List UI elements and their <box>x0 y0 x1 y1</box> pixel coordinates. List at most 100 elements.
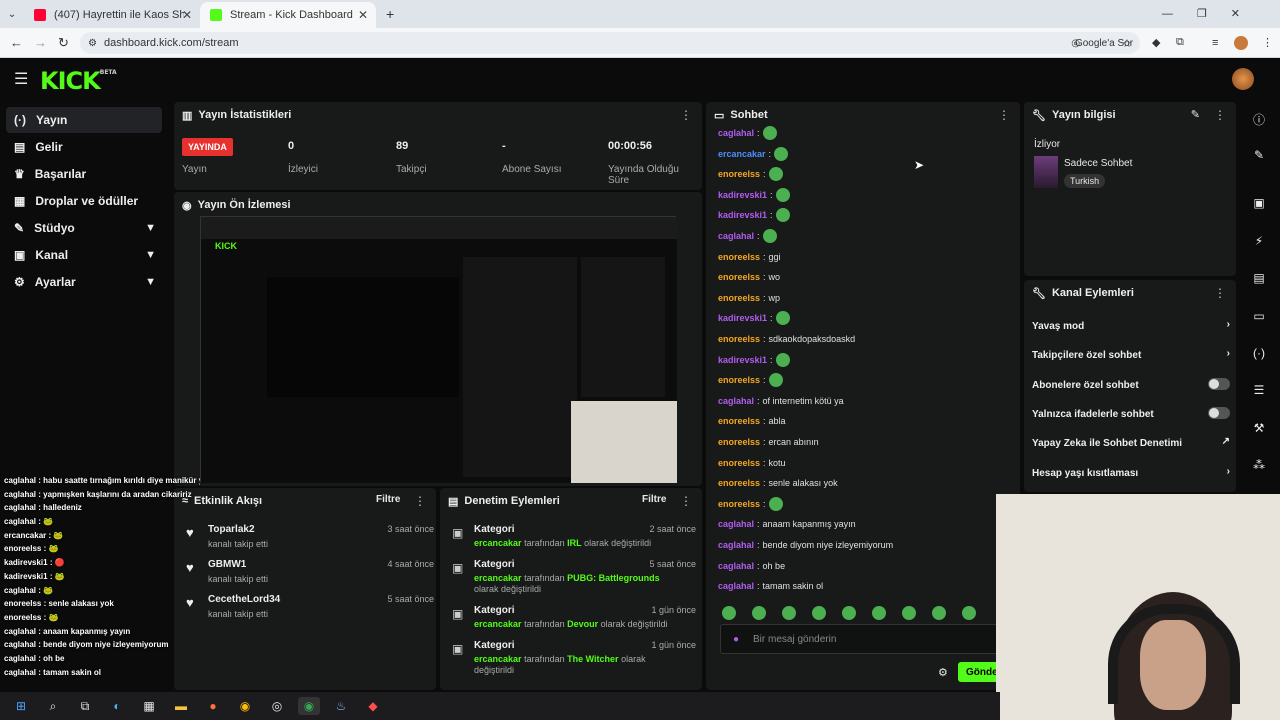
back-icon[interactable]: ← <box>10 35 23 50</box>
integrations-icon[interactable]: ⁂ <box>1248 454 1270 476</box>
store-icon[interactable]: ▦ <box>138 697 160 715</box>
chat-emote[interactable] <box>774 146 789 161</box>
reload-icon[interactable]: ↻ <box>58 35 69 51</box>
bookmark-star-icon[interactable]: ☆ <box>1122 37 1132 50</box>
lightning-icon[interactable]: ⚡︎ <box>1248 230 1270 252</box>
stream-preview-video[interactable]: KICK <box>200 216 677 483</box>
chat-username[interactable]: enoreelss <box>718 169 760 179</box>
steam-icon[interactable]: ♨ <box>330 697 352 715</box>
more-options-icon[interactable]: ⋮ <box>680 108 692 122</box>
layout-icon[interactable]: ☰ <box>1248 379 1270 401</box>
notes-icon[interactable]: ▤ <box>1248 267 1270 289</box>
category-name[interactable]: Sadece Sohbet <box>1064 158 1132 169</box>
file-explorer-icon[interactable]: ▬ <box>170 697 192 715</box>
obs-icon[interactable]: ◎ <box>266 697 288 715</box>
firefox-icon[interactable]: ● <box>202 697 224 715</box>
search-icon[interactable]: ⌕ <box>42 697 64 715</box>
filter-button[interactable]: Filtre <box>376 494 400 505</box>
chat-username[interactable]: enoreelss <box>718 437 760 447</box>
extension-icon[interactable]: ◆ <box>1152 36 1160 49</box>
action-followers-only[interactable]: Takipçilere özel sohbet › <box>1032 341 1230 369</box>
sidebar-item-yayin[interactable]: (·) Yayın <box>6 107 162 133</box>
edit-pencil-icon[interactable]: ✎ <box>1191 108 1200 121</box>
chat-username[interactable]: enoreelss <box>718 293 760 303</box>
emote-quick-icon[interactable] <box>902 606 916 620</box>
site-info-icon[interactable]: ⚙ <box>88 38 97 49</box>
chat-username[interactable]: enoreelss <box>718 375 760 385</box>
emote-quick-icon[interactable] <box>872 606 886 620</box>
chat-username[interactable]: caglahal <box>718 231 754 241</box>
chat-username[interactable]: kadirevski1 <box>718 355 767 365</box>
chat-username[interactable]: kadirevski1 <box>718 190 767 200</box>
language-tag[interactable]: Turkish <box>1064 174 1106 188</box>
chrome-active-icon[interactable]: ◉ <box>298 697 320 715</box>
chat-username[interactable]: caglahal <box>718 581 754 591</box>
chrome-icon[interactable]: ◉ <box>234 697 256 715</box>
chat-username[interactable]: enoreelss <box>718 458 760 468</box>
sidebar-item-studyo[interactable]: ✎ Stüdyo ▼ <box>6 215 162 241</box>
chat-emote[interactable] <box>768 167 783 182</box>
chat-emote[interactable] <box>775 352 790 367</box>
more-options-icon[interactable]: ⋮ <box>998 108 1010 122</box>
task-view-icon[interactable]: ⧉ <box>74 697 96 715</box>
chat-emote[interactable] <box>775 311 790 326</box>
browser-menu-icon[interactable]: ⋮ <box>1262 36 1273 49</box>
extensions-puzzle-icon[interactable]: ⧉ <box>1176 36 1184 49</box>
activity-name[interactable]: CecetheLord34 <box>208 594 280 605</box>
new-tab-icon[interactable]: + <box>386 6 394 22</box>
chat-icon[interactable]: ▭ <box>1248 305 1270 327</box>
chat-emote[interactable] <box>768 496 783 511</box>
chat-message-list[interactable]: caglahal: ercancakar: enoreelss: kadirevski… <box>706 122 1012 602</box>
mod-user[interactable]: ercancakar <box>474 573 522 583</box>
sidebar-item-basarilar[interactable]: ♛ Başarılar <box>6 161 162 187</box>
chat-username[interactable]: caglahal <box>718 396 754 406</box>
camera-view-icon[interactable]: ▣ <box>1248 192 1270 214</box>
emote-quick-icon[interactable] <box>722 606 736 620</box>
chat-username[interactable]: kadirevski1 <box>718 313 767 323</box>
chat-username[interactable]: enoreelss <box>718 272 760 282</box>
emote-quick-icon[interactable] <box>752 606 766 620</box>
address-bar[interactable]: ⚙ dashboard.kick.com/stream ◎ Google'a S… <box>80 32 1140 54</box>
window-controls[interactable]: —❐✕ <box>1162 7 1264 20</box>
action-account-age[interactable]: Hesap yaşı kısıtlaması › <box>1032 459 1230 487</box>
chat-username[interactable]: enoreelss <box>718 252 760 262</box>
profile-avatar-icon[interactable] <box>1234 35 1248 50</box>
chat-emote[interactable] <box>775 187 790 202</box>
chat-emote[interactable] <box>768 373 783 388</box>
chat-settings-icon[interactable]: ⚙ <box>938 666 948 679</box>
mod-user[interactable]: ercancakar <box>474 538 522 548</box>
more-options-icon[interactable]: ⋮ <box>680 494 692 508</box>
edit-icon[interactable]: ✎ <box>1248 144 1270 166</box>
emote-quick-icon[interactable] <box>962 606 976 620</box>
sidebar-item-ayarlar[interactable]: ⚙ Ayarlar ▼ <box>6 269 162 295</box>
chat-username[interactable]: enoreelss <box>718 416 760 426</box>
hamburger-menu-icon[interactable]: ☰ <box>14 69 28 89</box>
chat-username[interactable]: caglahal <box>718 519 754 529</box>
chat-username[interactable]: enoreelss <box>718 478 760 488</box>
subscribers-only-toggle[interactable] <box>1208 378 1230 390</box>
reading-list-icon[interactable]: ≡ <box>1212 37 1218 49</box>
kick-logo[interactable]: KICKBETA <box>40 67 117 95</box>
chat-username[interactable]: enoreelss <box>718 334 760 344</box>
mod-user[interactable]: ercancakar <box>474 654 522 664</box>
emote-quick-icon[interactable] <box>812 606 826 620</box>
chat-username[interactable]: enoreelss <box>718 499 760 509</box>
action-slow-mode[interactable]: Yavaş mod › <box>1032 312 1230 340</box>
copilot-icon[interactable]: ◐ <box>106 697 128 715</box>
chat-emote[interactable] <box>775 208 790 223</box>
windows-start-icon[interactable]: ⊞ <box>10 697 32 715</box>
sidebar-item-kanal[interactable]: ▣ Kanal ▼ <box>6 242 162 268</box>
sidebar-item-gelir[interactable]: ▤ Gelir <box>6 134 162 160</box>
chat-username[interactable]: caglahal <box>718 540 754 550</box>
user-avatar[interactable] <box>1232 68 1254 90</box>
more-options-icon[interactable]: ⋮ <box>414 494 426 508</box>
chat-username[interactable]: kadirevski1 <box>718 210 767 220</box>
close-tab-icon[interactable]: ✕ <box>358 8 368 22</box>
chat-username[interactable]: caglahal <box>718 561 754 571</box>
wrench-rail-icon[interactable]: ⚒ <box>1248 417 1270 439</box>
browser-tab-youtube[interactable]: (407) Hayrettin ile Kaos Show - ✕ <box>24 2 200 28</box>
browser-tab-kick[interactable]: Stream - Kick Dashboard ✕ <box>200 2 376 28</box>
chat-username[interactable]: caglahal <box>718 128 754 138</box>
category-thumbnail[interactable] <box>1034 156 1058 188</box>
emote-quick-icon[interactable] <box>932 606 946 620</box>
